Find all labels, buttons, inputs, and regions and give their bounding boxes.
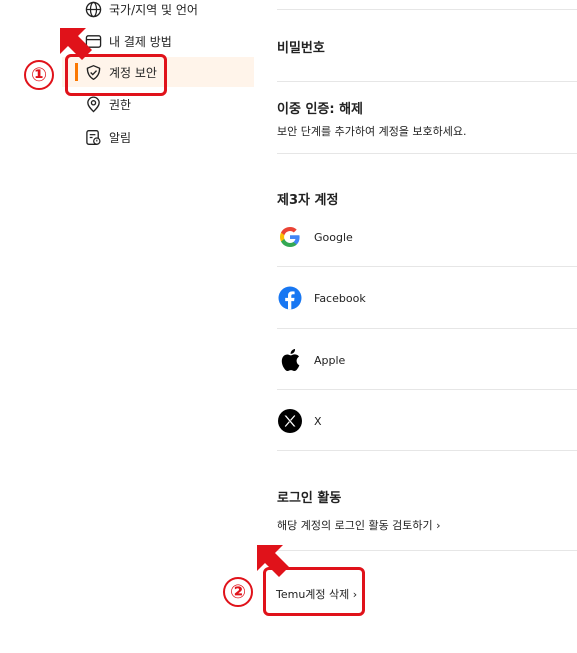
bell-document-icon [84, 128, 102, 146]
login-activity-link[interactable]: 해당 계정의 로그인 활동 검토하기 › [277, 517, 441, 533]
globe-icon [84, 0, 102, 18]
divider [277, 389, 577, 390]
login-activity-title: 로그인 활동 [277, 491, 342, 506]
divider [277, 81, 577, 82]
third-party-title: 제3자 계정 [277, 193, 339, 208]
location-pin-icon [84, 95, 102, 113]
apple-account-row[interactable]: Apple [277, 340, 577, 380]
divider [277, 9, 577, 10]
annotation-number-1: ① [24, 60, 54, 90]
divider [277, 266, 577, 267]
account-name: X [314, 414, 322, 428]
two-factor-title[interactable]: 이중 인증: 해제 [277, 98, 363, 117]
chevron-right-icon: › [436, 519, 441, 532]
password-title[interactable]: 비밀번호 [277, 37, 325, 56]
divider [277, 550, 577, 551]
account-name: Google [314, 230, 353, 244]
facebook-icon [277, 286, 302, 311]
annotation-arrow-2 [257, 545, 289, 577]
divider [277, 328, 577, 329]
sidebar-item-label: 내 결제 방법 [109, 34, 172, 49]
divider [277, 153, 577, 154]
sidebar-item-notifications[interactable]: 알림 [62, 122, 254, 152]
two-factor-description: 보안 단계를 추가하여 계정을 보호하세요. [277, 125, 467, 138]
divider [277, 450, 577, 451]
account-security-panel: 비밀번호 이중 인증: 해제 보안 단계를 추가하여 계정을 보호하세요. 제3… [276, 0, 577, 653]
annotation-number-2: ② [223, 577, 253, 607]
login-activity-link-label: 해당 계정의 로그인 활동 검토하기 [277, 519, 433, 532]
x-icon [277, 409, 302, 434]
account-name: Apple [314, 353, 346, 367]
apple-icon [277, 348, 302, 373]
google-account-row[interactable]: Google [277, 217, 577, 257]
account-name: Facebook [314, 291, 366, 305]
x-account-row[interactable]: X [277, 401, 577, 441]
sidebar-item-region-language[interactable]: 국가/지역 및 언어 [62, 0, 254, 24]
annotation-arrow-1 [60, 28, 92, 60]
facebook-account-row[interactable]: Facebook [277, 278, 577, 318]
sidebar-item-label: 권한 [109, 97, 132, 112]
sidebar-item-label: 알림 [109, 130, 132, 145]
google-icon [277, 225, 302, 250]
sidebar-item-label: 국가/지역 및 언어 [109, 2, 198, 17]
